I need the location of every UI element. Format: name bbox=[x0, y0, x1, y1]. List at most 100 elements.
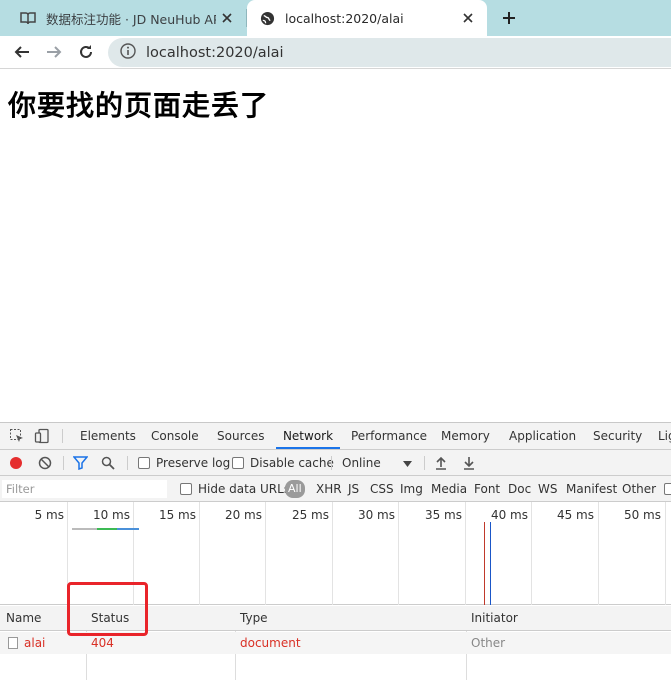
filter-type-media[interactable]: Media bbox=[431, 480, 467, 498]
devtools-tab-network[interactable]: Network bbox=[276, 423, 340, 449]
browser-window: 数据标注功能 · JD NeuHub API localhost:2020/al… bbox=[0, 0, 671, 680]
request-waiting-bar bbox=[72, 528, 97, 530]
column-header-type[interactable]: Type bbox=[240, 606, 268, 631]
export-har-icon[interactable] bbox=[463, 454, 475, 472]
timeline-gridline bbox=[665, 502, 666, 605]
filter-icon[interactable] bbox=[73, 454, 88, 472]
filter-type-ws[interactable]: WS bbox=[538, 480, 557, 498]
address-text[interactable]: localhost:2020/alai bbox=[146, 45, 284, 61]
filter-type-xhr[interactable]: XHR bbox=[316, 480, 342, 498]
tab-localhost[interactable]: localhost:2020/alai bbox=[247, 0, 487, 36]
tab-neuhub[interactable]: 数据标注功能 · JD NeuHub API bbox=[8, 0, 246, 36]
throttling-select[interactable]: Online bbox=[342, 454, 414, 472]
devtools-tab-lighthouse[interactable]: Lig bbox=[658, 423, 671, 449]
filter-type-manifest[interactable]: Manifest bbox=[566, 480, 617, 498]
search-icon[interactable] bbox=[101, 454, 115, 472]
disable-cache-checkbox[interactable]: Disable cache bbox=[232, 454, 334, 472]
timeline-tick-label: 10 ms bbox=[92, 508, 130, 522]
request-download-bar bbox=[117, 528, 139, 530]
timeline-gridline bbox=[332, 502, 333, 605]
devtools-panel: Elements Console Sources Network Perform… bbox=[0, 422, 671, 680]
checkbox-box[interactable] bbox=[138, 457, 150, 469]
import-har-icon[interactable] bbox=[435, 454, 447, 472]
filter-input[interactable]: Filter bbox=[2, 480, 167, 498]
clear-icon[interactable] bbox=[38, 454, 52, 472]
device-toolbar-icon[interactable] bbox=[33, 427, 51, 445]
domcontentloaded-marker bbox=[490, 522, 491, 605]
overflow-checkbox[interactable] bbox=[664, 480, 671, 498]
devtools-tabbar: Elements Console Sources Network Perform… bbox=[0, 423, 671, 450]
browser-toolbar: localhost:2020/alai bbox=[0, 36, 671, 69]
devtools-tab-console[interactable]: Console bbox=[151, 423, 199, 449]
request-name-cell[interactable]: alai bbox=[8, 632, 45, 654]
timeline-tick-label: 15 ms bbox=[158, 508, 196, 522]
info-icon[interactable] bbox=[120, 43, 136, 62]
timeline-gridline bbox=[398, 502, 399, 605]
request-type: document bbox=[240, 636, 301, 650]
record-icon[interactable] bbox=[9, 454, 23, 472]
timeline-tick-label: 25 ms bbox=[291, 508, 329, 522]
hide-data-urls-checkbox[interactable]: Hide data URLs bbox=[180, 480, 290, 498]
toolbar-divider bbox=[331, 456, 332, 470]
timeline-tick-label: 35 ms bbox=[424, 508, 462, 522]
toolbar-divider bbox=[424, 456, 425, 470]
timeline-gridline bbox=[598, 502, 599, 605]
devtools-tab-sources[interactable]: Sources bbox=[217, 423, 264, 449]
forward-button[interactable] bbox=[42, 40, 66, 64]
column-header-initiator[interactable]: Initiator bbox=[471, 606, 518, 631]
timeline-gridline bbox=[265, 502, 266, 605]
filter-type-doc[interactable]: Doc bbox=[508, 480, 531, 498]
devtools-tab-performance[interactable]: Performance bbox=[351, 423, 427, 449]
timeline-gridline bbox=[199, 502, 200, 605]
timeline-tick-label: 50 ms bbox=[623, 508, 661, 522]
tab-title: localhost:2020/alai bbox=[285, 10, 404, 26]
devtools-tab-application[interactable]: Application bbox=[509, 423, 576, 449]
filter-type-css[interactable]: CSS bbox=[370, 480, 394, 498]
book-icon bbox=[20, 10, 36, 26]
tab-title: 数据标注功能 · JD NeuHub API bbox=[46, 11, 216, 27]
checkbox-box[interactable] bbox=[180, 483, 192, 495]
hide-data-urls-label: Hide data URLs bbox=[198, 482, 291, 496]
toolbar-divider bbox=[63, 456, 64, 470]
timeline-tick-label: 45 ms bbox=[556, 508, 594, 522]
timeline-tick-label: 5 ms bbox=[34, 508, 64, 522]
page-content: 你要找的页面走丢了 bbox=[0, 70, 671, 422]
close-tab-icon[interactable] bbox=[457, 7, 479, 29]
checkbox-box[interactable] bbox=[232, 457, 244, 469]
timeline-gridline bbox=[465, 502, 466, 605]
request-initiator: Other bbox=[471, 636, 506, 650]
network-toolbar: Preserve log Disable cache Online bbox=[0, 450, 671, 476]
new-tab-button[interactable] bbox=[497, 6, 521, 30]
tab-strip: 数据标注功能 · JD NeuHub API localhost:2020/al… bbox=[0, 0, 671, 36]
toolbar-divider bbox=[62, 429, 63, 443]
load-event-marker bbox=[484, 522, 485, 605]
disable-cache-label: Disable cache bbox=[250, 456, 334, 470]
checkbox-box[interactable] bbox=[664, 483, 671, 495]
preserve-log-label: Preserve log bbox=[156, 456, 231, 470]
timeline-tick-label: 40 ms bbox=[490, 508, 528, 522]
timeline-tick-label: 20 ms bbox=[224, 508, 262, 522]
filter-type-all[interactable]: All bbox=[285, 480, 305, 498]
request-name: alai bbox=[24, 636, 46, 650]
close-tab-icon[interactable] bbox=[216, 7, 238, 29]
inspect-element-icon[interactable] bbox=[8, 427, 26, 445]
address-bar[interactable]: localhost:2020/alai bbox=[108, 38, 671, 67]
back-button[interactable] bbox=[10, 40, 34, 64]
dropdown-arrow-icon bbox=[403, 456, 412, 470]
toolbar-divider bbox=[127, 456, 128, 470]
column-header-name[interactable]: Name bbox=[6, 606, 41, 631]
devtools-tab-security[interactable]: Security bbox=[593, 423, 642, 449]
status-highlight-annotation bbox=[67, 582, 148, 636]
filter-type-js[interactable]: JS bbox=[348, 480, 359, 498]
filter-type-other[interactable]: Other bbox=[622, 480, 656, 498]
document-icon bbox=[8, 637, 18, 649]
filter-type-font[interactable]: Font bbox=[474, 480, 500, 498]
preserve-log-checkbox[interactable]: Preserve log bbox=[138, 454, 230, 472]
throttling-value: Online bbox=[342, 456, 381, 470]
devtools-tab-memory[interactable]: Memory bbox=[441, 423, 490, 449]
filter-type-img[interactable]: Img bbox=[400, 480, 423, 498]
timeline-gridline bbox=[531, 502, 532, 605]
devtools-tab-elements[interactable]: Elements bbox=[80, 423, 136, 449]
timeline-tick-label: 30 ms bbox=[357, 508, 395, 522]
reload-button[interactable] bbox=[74, 40, 98, 64]
